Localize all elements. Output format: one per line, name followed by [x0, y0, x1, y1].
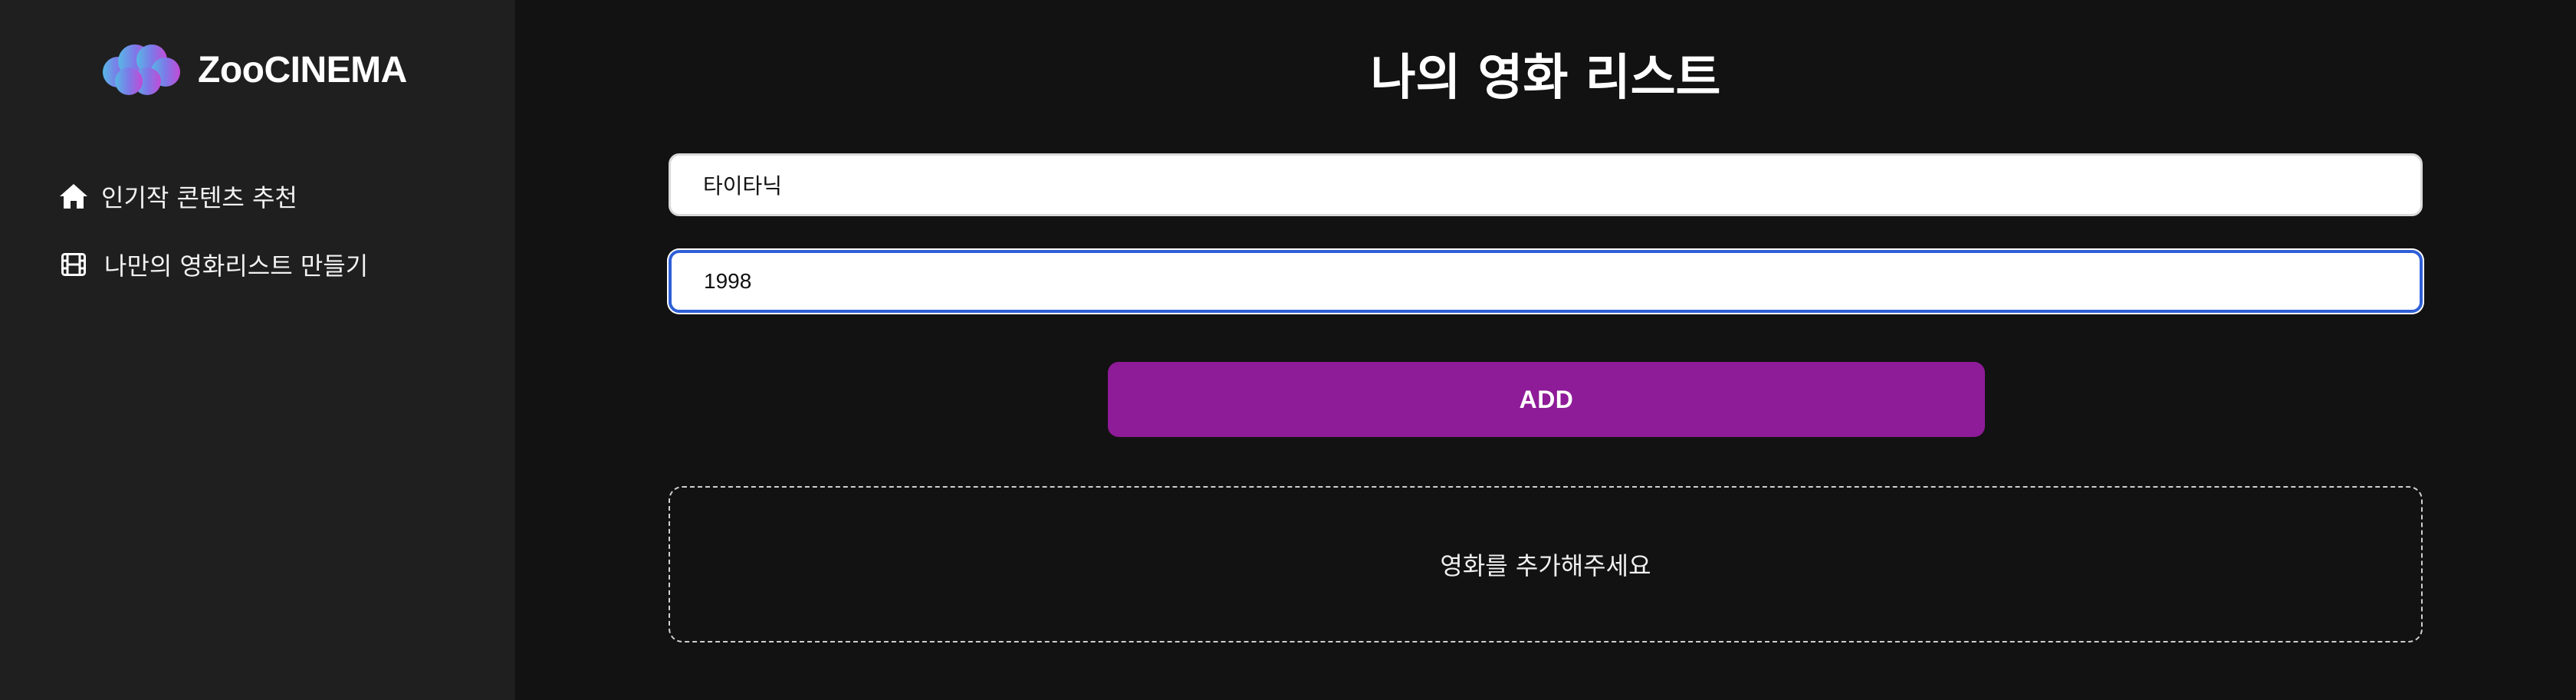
brand[interactable]: ZooCINEMA — [101, 43, 407, 97]
sidebar-item-my-list[interactable]: 나만의 영화리스트 만들기 — [58, 242, 368, 288]
cloud-logo-icon — [103, 44, 180, 95]
add-button[interactable]: ADD — [1108, 362, 1985, 437]
app-root: ZooCINEMA 인기작 콘텐츠 추천 나만의 영화리스트 만들기 나의 영화… — [0, 0, 2576, 700]
sidebar-nav: 인기작 콘텐츠 추천 나만의 영화리스트 만들기 — [58, 173, 368, 310]
movie-title-input[interactable] — [669, 153, 2423, 216]
movie-list-empty-state: 영화를 추가해주세요 — [669, 486, 2423, 642]
movie-year-input[interactable] — [669, 250, 2423, 313]
sidebar-item-label: 나만의 영화리스트 만들기 — [104, 251, 369, 281]
sidebar-item-label: 인기작 콘텐츠 추천 — [101, 183, 297, 212]
sidebar-item-popular[interactable]: 인기작 콘텐츠 추천 — [58, 173, 368, 219]
empty-message: 영화를 추가해주세요 — [1440, 551, 1651, 580]
page-title: 나의 영화 리스트 — [1370, 50, 1721, 107]
main-content: 나의 영화 리스트 ADD 영화를 추가해주세요 — [515, 0, 2576, 700]
home-icon — [58, 181, 89, 212]
sidebar: ZooCINEMA 인기작 콘텐츠 추천 나만의 영화리스트 만들기 — [0, 0, 515, 700]
brand-name: ZooCINEMA — [198, 49, 407, 90]
film-icon — [58, 249, 89, 280]
